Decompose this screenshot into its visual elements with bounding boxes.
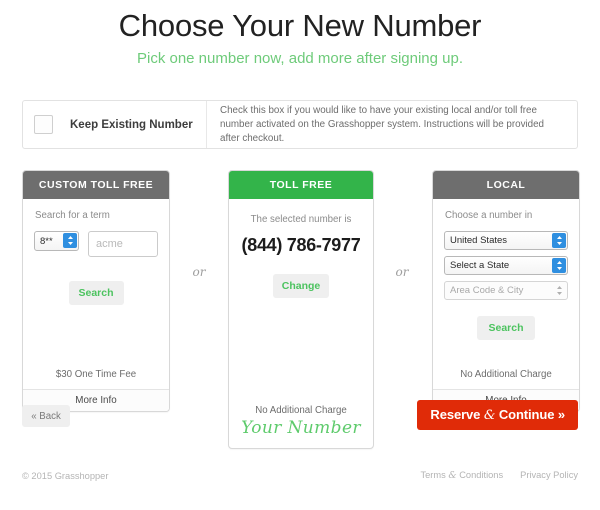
page-footer: © 2015 Grasshopper Terms & Conditions Pr… <box>0 470 600 481</box>
separator-or-1: or <box>192 265 206 279</box>
toll-free-selected-caption: The selected number is <box>250 214 352 225</box>
separator-or-2: or <box>395 265 409 279</box>
local-area-code-select[interactable]: Area Code & City <box>444 281 568 300</box>
toll-free-prefix-select[interactable]: 8** <box>34 231 79 251</box>
keep-existing-number-toggle[interactable]: Keep Existing Number <box>23 101 207 148</box>
local-state-select[interactable]: Select a State <box>444 256 568 275</box>
custom-toll-free-search-button[interactable]: Search <box>68 281 124 305</box>
card-toll-free: TOLL FREE The selected number is (844) 7… <box>228 170 374 449</box>
card-toll-free-body: The selected number is (844) 786-7977 Ch… <box>229 199 373 373</box>
chevron-updown-icon <box>552 283 566 298</box>
local-country-value: United States <box>450 235 508 246</box>
page-subtitle: Pick one number now, add more after sign… <box>136 50 464 67</box>
local-search-button[interactable]: Search <box>477 316 535 340</box>
reserve-continue-button[interactable]: Reserve & Continue » <box>417 400 578 430</box>
card-local-body: Choose a number in United States Select … <box>433 199 579 353</box>
back-button[interactable]: « Back <box>22 405 70 427</box>
toll-free-prefix-value: 8** <box>40 235 53 247</box>
card-local-heading: LOCAL <box>433 171 579 199</box>
page-title: Choose Your New Number <box>118 8 482 43</box>
custom-term-input[interactable]: acme <box>88 231 158 257</box>
page-header: Choose Your New Number Pick one number n… <box>0 0 600 70</box>
keep-existing-number-checkbox[interactable] <box>34 115 53 134</box>
toll-free-change-button[interactable]: Change <box>273 274 329 298</box>
card-custom-toll-free-body: Search for a term 8** acme Search <box>23 199 169 353</box>
footer-copyright: © 2015 Grasshopper <box>22 470 109 481</box>
keep-existing-number-panel: Keep Existing Number Check this box if y… <box>22 100 578 149</box>
terms-and-conditions-link[interactable]: Terms & Conditions <box>420 470 503 481</box>
reserve-ampersand: & <box>483 408 496 423</box>
reserve-label-after: Continue » <box>495 407 565 422</box>
card-local: LOCAL Choose a number in United States S… <box>432 170 580 412</box>
local-country-select[interactable]: United States <box>444 231 568 250</box>
keep-existing-number-description: Check this box if you would like to have… <box>220 104 545 144</box>
keep-existing-number-label: Keep Existing Number <box>70 118 193 131</box>
custom-toll-free-fee-note: $30 One Time Fee <box>55 369 137 380</box>
local-field-label: Choose a number in <box>445 210 533 221</box>
custom-toll-free-field-label: Search for a term <box>35 210 110 221</box>
keep-existing-number-description-wrap: Check this box if you would like to have… <box>207 101 577 148</box>
local-state-value: Select a State <box>450 260 510 271</box>
privacy-policy-link[interactable]: Privacy Policy <box>520 470 578 481</box>
footer-links: Terms & Conditions Privacy Policy <box>420 470 578 481</box>
terms-ampersand: & <box>448 470 457 481</box>
card-custom-toll-free: CUSTOM TOLL FREE Search for a term 8** a… <box>22 170 170 412</box>
page-root: Choose Your New Number Pick one number n… <box>0 0 600 510</box>
local-fee-note: No Additional Charge <box>460 369 552 380</box>
local-area-code-value: Area Code & City <box>450 285 524 296</box>
chevron-updown-icon <box>552 233 566 248</box>
card-toll-free-heading: TOLL FREE <box>229 171 373 199</box>
terms-label-after: Conditions <box>456 470 504 480</box>
reserve-label-before: Reserve <box>430 407 484 422</box>
custom-toll-free-search-row: 8** acme <box>34 231 158 257</box>
chevron-updown-icon <box>63 233 77 248</box>
card-custom-toll-free-heading: CUSTOM TOLL FREE <box>23 171 169 199</box>
toll-free-selected-number: (844) 786-7977 <box>241 235 361 255</box>
toll-free-script-note: Your Number <box>241 418 361 438</box>
toll-free-fee-note: No Additional Charge <box>255 405 347 416</box>
chevron-updown-icon <box>552 258 566 273</box>
terms-label-before: Terms <box>420 470 449 480</box>
